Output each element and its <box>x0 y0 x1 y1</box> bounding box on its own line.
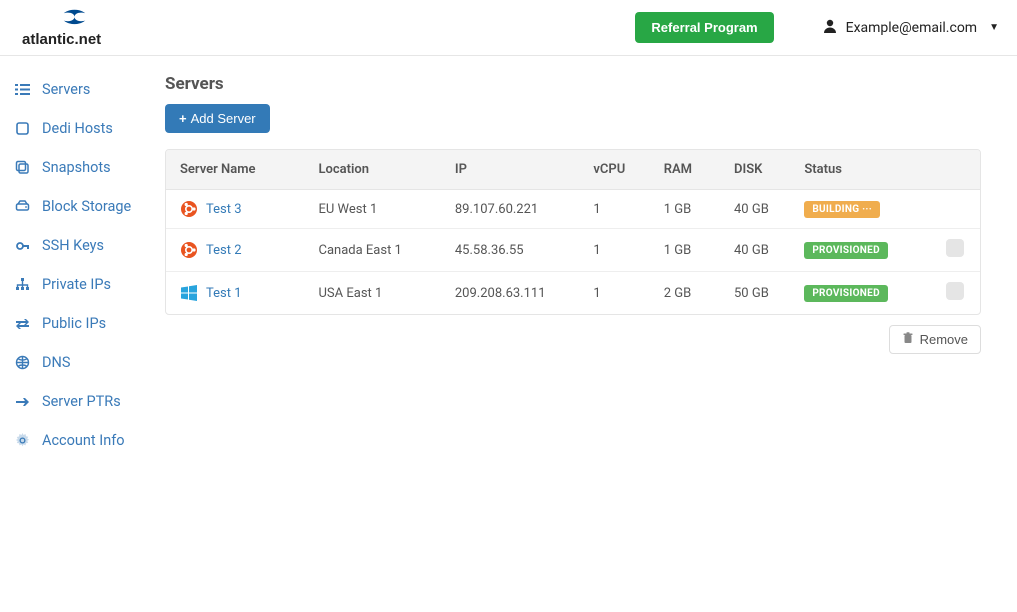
cell-ip: 209.208.63.111 <box>441 272 580 315</box>
cell-ram: 2 GB <box>650 272 720 315</box>
status-badge: PROVISIONED <box>804 242 888 259</box>
cell-location: Canada East 1 <box>305 229 441 272</box>
sidebar-item-dedi-hosts[interactable]: Dedi Hosts <box>0 109 165 148</box>
cell-disk: 50 GB <box>720 272 790 315</box>
square-icon <box>14 121 30 136</box>
plus-icon: + <box>179 111 187 126</box>
col-location[interactable]: Location <box>305 150 441 190</box>
user-icon <box>822 18 838 38</box>
table-row: Test 1 USA East 1209.208.63.11112 GB50 GB… <box>166 272 980 315</box>
gear-icon <box>14 433 30 448</box>
row-checkbox[interactable] <box>946 282 964 300</box>
sidebar-item-public-ips[interactable]: Public IPs <box>0 304 165 343</box>
copy-icon <box>14 160 30 175</box>
sidebar-item-snapshots[interactable]: Snapshots <box>0 148 165 187</box>
chevron-down-icon: ▼ <box>989 22 999 33</box>
cell-vcpu: 1 <box>579 190 649 229</box>
sidebar-item-label: Dedi Hosts <box>42 120 113 137</box>
sidebar-item-label: SSH Keys <box>42 237 104 254</box>
arrow-right-icon <box>14 394 30 409</box>
sidebar-item-label: Servers <box>42 81 90 98</box>
cell-location: USA East 1 <box>305 272 441 315</box>
sidebar-item-ssh-keys[interactable]: SSH Keys <box>0 226 165 265</box>
status-badge: PROVISIONED <box>804 285 888 302</box>
sidebar-item-label: Public IPs <box>42 315 106 332</box>
sidebar: Servers Dedi Hosts Snapshots Block Storage S… <box>0 56 165 474</box>
hdd-icon <box>14 199 30 214</box>
sidebar-item-label: Private IPs <box>42 276 111 293</box>
ubuntu-os-icon <box>180 200 198 218</box>
key-icon <box>14 238 30 253</box>
cell-vcpu: 1 <box>579 272 649 315</box>
exchange-icon <box>14 316 30 331</box>
add-server-button[interactable]: +Add Server <box>165 104 270 133</box>
topbar: atlantic.net Referral Program Example@em… <box>0 0 1017 56</box>
user-menu[interactable]: Example@email.com ▼ <box>822 18 999 38</box>
sidebar-item-dns[interactable]: DNS <box>0 343 165 382</box>
brand-logo[interactable]: atlantic.net <box>18 8 118 48</box>
list-icon <box>14 82 30 97</box>
globe-icon <box>14 355 30 370</box>
col-vcpu[interactable]: vCPU <box>579 150 649 190</box>
table-row: Test 2 Canada East 145.58.36.5511 GB40 GB… <box>166 229 980 272</box>
col-ram[interactable]: RAM <box>650 150 720 190</box>
cell-ram: 1 GB <box>650 229 720 272</box>
windows-os-icon <box>180 284 198 302</box>
col-status[interactable]: Status <box>790 150 931 190</box>
sidebar-item-label: Block Storage <box>42 198 131 215</box>
server-name-link[interactable]: Test 1 <box>206 286 242 301</box>
servers-table: Server Name Location IP vCPU RAM DISK St… <box>165 149 981 315</box>
col-server-name[interactable]: Server Name <box>166 150 305 190</box>
sidebar-item-label: Server PTRs <box>42 393 121 410</box>
status-badge: BUILDING ··· <box>804 201 880 218</box>
sidebar-item-server-ptrs[interactable]: Server PTRs <box>0 382 165 421</box>
page-title: Servers <box>165 74 981 94</box>
cell-disk: 40 GB <box>720 229 790 272</box>
sidebar-item-label: Account Info <box>42 432 125 449</box>
sidebar-item-block-storage[interactable]: Block Storage <box>0 187 165 226</box>
table-row: Test 3 EU West 189.107.60.22111 GB40 GB BU… <box>166 190 980 229</box>
user-email: Example@email.com <box>846 20 977 36</box>
server-name-link[interactable]: Test 3 <box>206 202 242 217</box>
cell-vcpu: 1 <box>579 229 649 272</box>
sidebar-item-private-ips[interactable]: Private IPs <box>0 265 165 304</box>
content: Servers +Add Server Server Name Location… <box>165 56 1017 474</box>
sidebar-item-label: DNS <box>42 354 70 371</box>
col-ip[interactable]: IP <box>441 150 580 190</box>
cell-location: EU West 1 <box>305 190 441 229</box>
svg-text:atlantic.net: atlantic.net <box>22 31 101 48</box>
sidebar-item-account-info[interactable]: Account Info <box>0 421 165 460</box>
trash-icon <box>902 332 914 347</box>
cell-ip: 89.107.60.221 <box>441 190 580 229</box>
ubuntu-os-icon <box>180 241 198 259</box>
cell-disk: 40 GB <box>720 190 790 229</box>
remove-button[interactable]: Remove <box>889 325 981 354</box>
cell-ram: 1 GB <box>650 190 720 229</box>
referral-program-button[interactable]: Referral Program <box>635 12 773 43</box>
sidebar-item-label: Snapshots <box>42 159 111 176</box>
col-disk[interactable]: DISK <box>720 150 790 190</box>
server-name-link[interactable]: Test 2 <box>206 243 242 258</box>
row-checkbox[interactable] <box>946 239 964 257</box>
cell-ip: 45.58.36.55 <box>441 229 580 272</box>
sidebar-item-servers[interactable]: Servers <box>0 70 165 109</box>
sitemap-icon <box>14 277 30 292</box>
